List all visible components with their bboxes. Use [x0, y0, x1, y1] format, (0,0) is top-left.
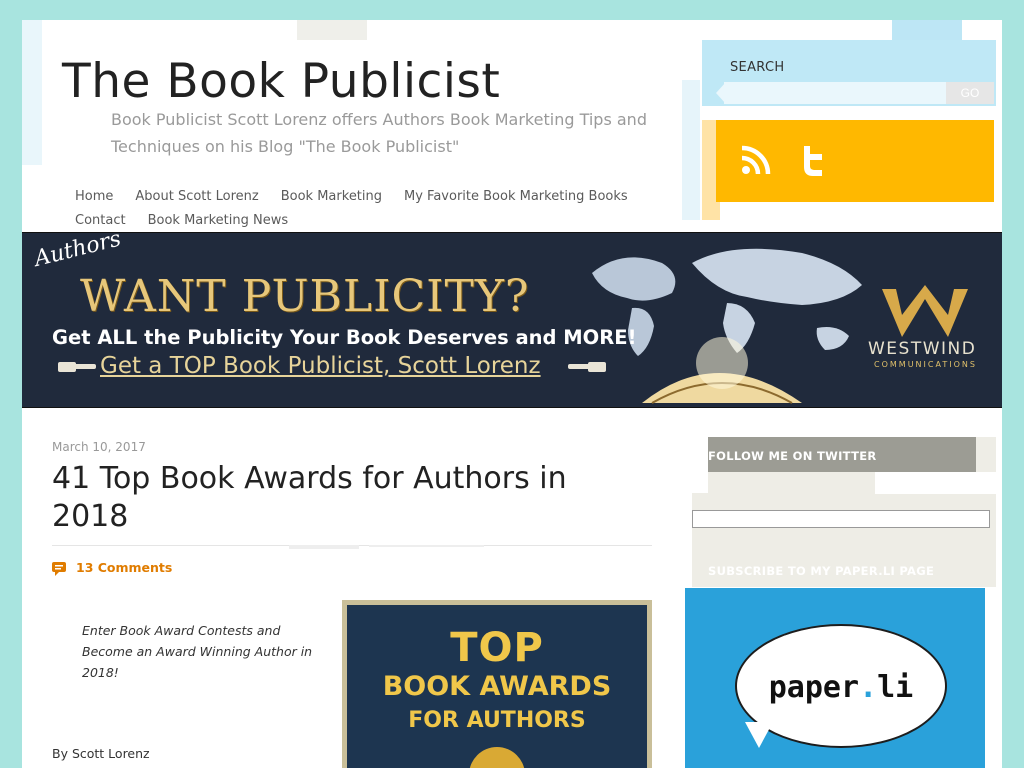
speech-bubble-tail [745, 722, 773, 748]
award-seal-icon [469, 747, 525, 768]
comments-count[interactable]: 13 Comments [76, 560, 172, 575]
comments-link[interactable]: 13 Comments [52, 560, 172, 575]
paper-li-heading[interactable]: SUBSCRIBE TO MY PAPER.LI PAGE [708, 564, 934, 578]
main-nav: Home About Scott Lorenz Book Marketing My F… [75, 185, 675, 233]
site-title[interactable]: The Book Publicist [62, 54, 500, 109]
twitter-widget-frame[interactable] [692, 510, 990, 528]
decorative-block [682, 80, 700, 220]
rss-icon[interactable] [738, 142, 774, 178]
social-bar [716, 120, 994, 202]
follow-twitter-heading[interactable]: FOLLOW ME ON TWITTER [692, 437, 976, 472]
nav-item-news[interactable]: Book Marketing News [148, 213, 289, 228]
decorative-block [297, 20, 367, 40]
westwind-logo-icon [882, 285, 968, 337]
twitter-icon[interactable] [794, 142, 830, 178]
banner-cta-link[interactable]: Get a TOP Book Publicist, Scott Lorenz [100, 353, 541, 379]
paper-li-badge[interactable]: paper.li [685, 588, 985, 768]
world-map-illustration [592, 248, 862, 404]
decorative-block [875, 472, 996, 494]
decorative-block [22, 20, 42, 165]
divider [369, 545, 484, 547]
paper-li-logo-a: paper [768, 670, 860, 705]
award-image-line2: BOOK AWARDS [382, 671, 612, 702]
search-widget: SEARCH GO [702, 40, 996, 106]
award-image-line1: TOP [450, 625, 544, 671]
post-date: March 10, 2017 [52, 440, 146, 454]
divider [289, 545, 359, 549]
award-image: TOP BOOK AWARDS FOR AUTHORS [347, 605, 647, 768]
decorative-block [892, 20, 962, 40]
nav-item-about[interactable]: About Scott Lorenz [135, 189, 258, 204]
nav-item-book-marketing[interactable]: Book Marketing [281, 189, 382, 204]
paper-li-logo-b: li [877, 670, 914, 705]
post-intro: Enter Book Award Contests and Become an … [82, 623, 313, 680]
site-tagline: Book Publicist Scott Lorenz offers Autho… [111, 110, 647, 156]
post-byline: By Scott Lorenz [52, 746, 150, 761]
nav-item-favorite-books[interactable]: My Favorite Book Marketing Books [404, 189, 628, 204]
paper-li-logo-dot: . [859, 670, 878, 705]
paper-li-logo: paper.li [737, 670, 945, 705]
nav-item-contact[interactable]: Contact [75, 213, 126, 228]
publicity-banner[interactable]: Authors WANT PUBLICITY? Get ALL the Publ… [22, 232, 1002, 408]
banner-authors-text: Authors [31, 232, 124, 272]
post-title[interactable]: 41 Top Book Awards for Authors in 2018 [52, 460, 612, 536]
decorative-block [1002, 568, 1024, 768]
banner-headline: WANT PUBLICITY? [80, 271, 530, 322]
pointing-hand-left-icon [568, 362, 606, 372]
nav-item-home[interactable]: Home [75, 189, 113, 204]
decorative-block [692, 437, 708, 493]
search-input[interactable] [724, 82, 952, 104]
search-label: SEARCH [730, 60, 785, 75]
logo-subtitle: COMMUNICATIONS [874, 360, 977, 369]
logo-name: WESTWIND [868, 339, 977, 359]
post-featured-image: TOP BOOK AWARDS FOR AUTHORS [342, 600, 652, 768]
banner-subheadline: Get ALL the Publicity Your Book Deserves… [52, 326, 637, 349]
pointing-hand-right-icon [58, 362, 96, 372]
award-image-line3: FOR AUTHORS [408, 708, 586, 733]
search-go-button[interactable]: GO [946, 82, 994, 104]
